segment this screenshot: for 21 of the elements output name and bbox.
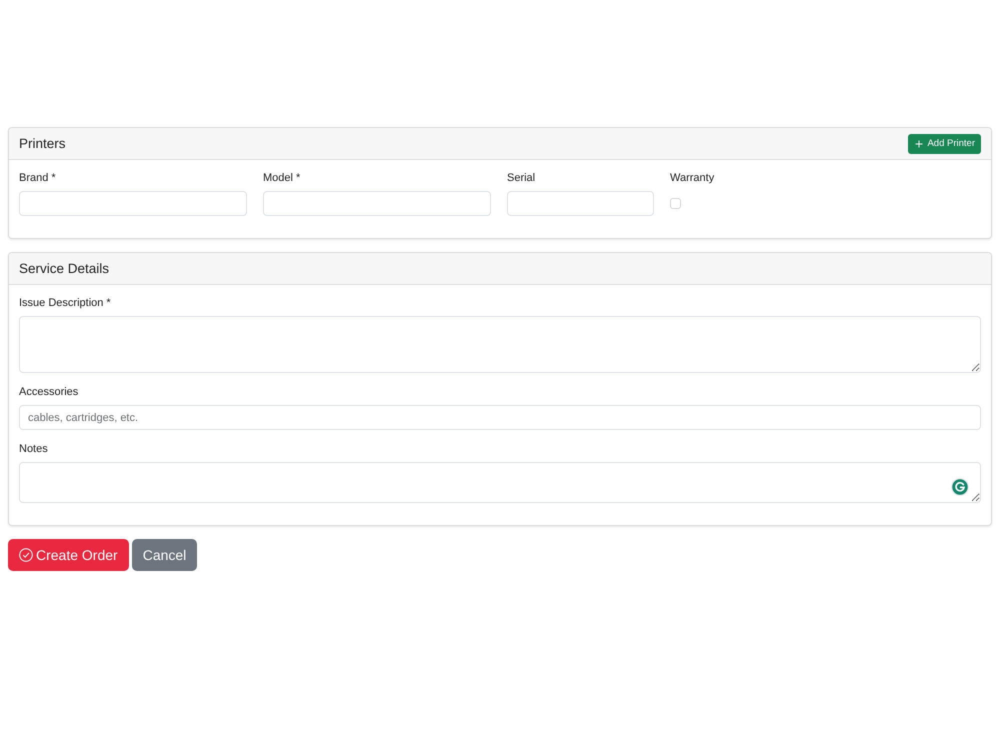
text-field[interactable]: cables, cartridges, etc. [19,405,981,430]
text-field[interactable] [507,191,654,216]
cancel-button[interactable]: Cancel [132,539,198,571]
add-printer-button[interactable]: Add Printer [908,134,981,154]
field-label: Accessories [19,385,80,400]
field-label: Notes [19,442,49,457]
card-title: Printers [19,136,66,151]
field-label: Warranty [670,171,716,186]
plus-icon [915,140,924,148]
card-title: Service Details [19,261,110,276]
text-field[interactable] [19,191,247,216]
text-area[interactable] [19,316,981,373]
check-circle-icon [19,548,33,562]
text-area[interactable] [19,462,981,503]
field-label: Model * [263,171,302,186]
field-label: Issue Description * [19,296,112,311]
checkbox[interactable] [670,198,681,209]
field-label: Serial [507,171,536,186]
field-label: Brand * [19,171,57,186]
create-order-button[interactable]: Create Order [8,539,129,571]
text-field[interactable] [263,191,491,216]
